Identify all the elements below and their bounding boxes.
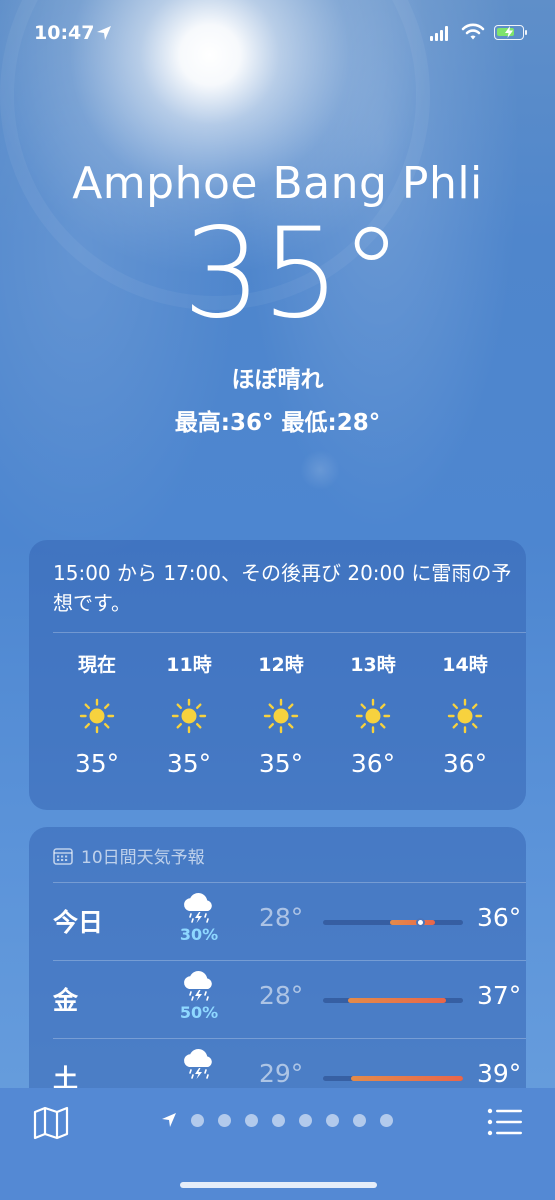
hour-item: 12時 35° [235,650,327,778]
sun-icon [263,698,299,734]
status-bar: 10:47 [0,0,555,60]
page-dot[interactable] [218,1113,231,1127]
calendar-icon [53,847,73,865]
thunderstorm-icon [184,893,212,923]
day-high: 39° [477,1059,522,1088]
hour-label: 12時 [258,654,304,676]
page-dot[interactable] [299,1113,312,1127]
page-dot[interactable] [245,1113,258,1127]
map-icon[interactable] [33,1106,69,1144]
hour-temp: 35° [74,749,120,778]
current-temperature: 35° [182,202,403,346]
temperature-range-bar [323,1076,463,1081]
forecast-summary: 15:00 から 17:00、その後再び 20:00 に雷雨の予想です。 [53,561,512,615]
page-dot[interactable] [353,1113,366,1127]
day-high: 37° [477,981,522,1010]
hour-label: 11時 [166,654,212,676]
sun-icon [355,698,391,734]
day-pop: 50% [179,1003,219,1022]
hour-label: 15 [511,650,526,680]
battery-charging-icon [494,25,527,40]
hour-item: 13時 36° [327,650,419,778]
location-arrow-icon [96,25,112,45]
location-page-icon[interactable] [161,1112,177,1128]
day-low: 28° [259,903,304,932]
bottom-toolbar [0,1088,555,1200]
sun-icon [447,698,483,734]
hour-temp: 35° [258,749,304,778]
status-time: 10:47 [34,22,95,44]
home-indicator[interactable] [180,1182,377,1188]
temperature-range-fill [348,998,447,1003]
hour-label: 現在 [77,654,116,676]
current-temp-marker [415,918,425,927]
day-name: 金 [53,986,79,1015]
day-row[interactable]: 今日 30% 28° 36° [53,882,526,960]
day-name: 今日 [53,908,104,937]
hour-item: 14時 36° [419,650,511,778]
temperature-range-bar [323,998,463,1003]
temperature-range-fill [351,1076,463,1081]
hour-temp: 35° [166,749,212,778]
day-low: 28° [259,981,304,1010]
day-pop: 30% [179,925,219,944]
page-dot[interactable] [272,1113,285,1127]
ten-day-header: 10日間天気予報 [53,843,205,868]
high-low-text: 最高:36° 最低:28° [174,410,381,436]
page-indicator[interactable] [161,1112,393,1128]
day-high: 36° [477,903,522,932]
hour-pop: 3 [511,768,526,784]
condition-text: ほぼ晴れ [231,367,324,393]
sun-icon [171,698,207,734]
day-low: 29° [259,1059,304,1088]
cellular-signal-icon [430,26,448,41]
temperature-range-fill [390,920,435,925]
hour-label: 14時 [442,654,488,676]
sun-icon [79,698,115,734]
wifi-icon [461,23,485,45]
divider [53,632,526,633]
thunderstorm-icon [184,971,212,1001]
hour-item: 現在 35° [51,650,143,778]
page-dot[interactable] [326,1113,339,1127]
day-row[interactable]: 金 50% 28° 37° [53,960,526,1038]
list-icon[interactable] [487,1108,523,1140]
temperature-range-bar [323,918,463,927]
hour-item: 11時 35° [143,650,235,778]
ten-day-title: 10日間天気予報 [81,848,205,868]
page-dot[interactable] [191,1113,204,1127]
ten-day-forecast-card[interactable]: 10日間天気予報 今日 30% 28° 36° 金 50% 28° 37° 土 … [29,827,526,1127]
hour-item: 15 3 3 [511,650,526,778]
hourly-list[interactable]: 現在 35° 11時 35° 12時 35° 13時 36° 14時 36° 1… [51,650,526,778]
hour-temp: 36° [350,749,396,778]
hour-temp: 36° [442,749,488,778]
hourly-forecast-card[interactable]: 15:00 から 17:00、その後再び 20:00 に雷雨の予想です。 現在 … [29,540,526,810]
page-dot[interactable] [380,1113,393,1127]
thunderstorm-icon [184,1049,212,1079]
hour-label: 13時 [350,654,396,676]
